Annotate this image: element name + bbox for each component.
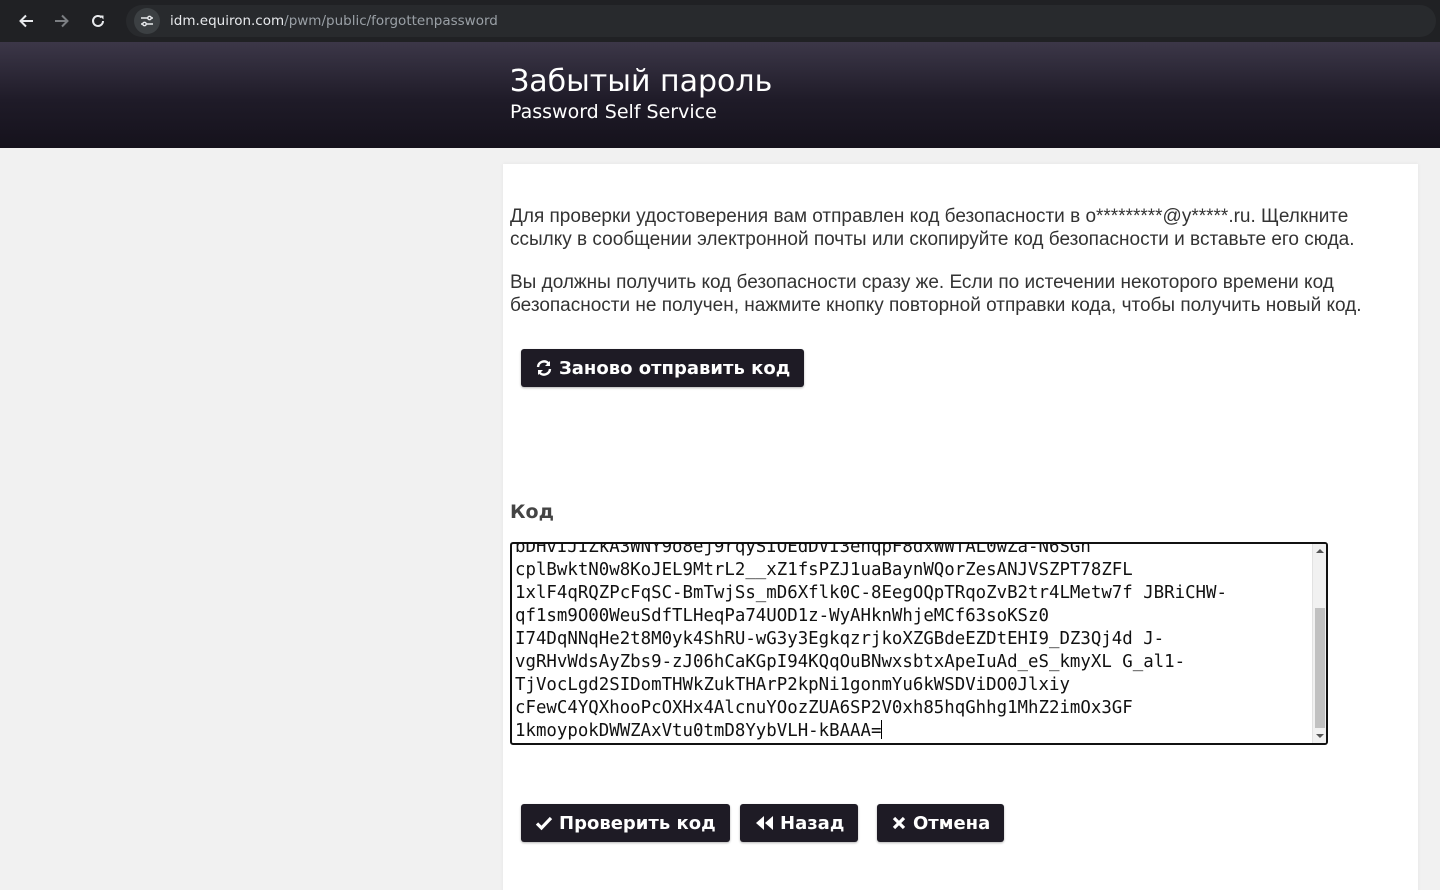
back-arrow-icon[interactable] bbox=[8, 3, 44, 39]
code-line: vgRHvWdsAyZbs9-zJ06hCaKGpI94KQqOuBNwxsbt… bbox=[515, 652, 1186, 672]
back-button[interactable]: Назад bbox=[740, 804, 859, 842]
reload-icon[interactable] bbox=[80, 3, 116, 39]
code-line: cplBwktN0w8KoJEL9MtrL2__xZ1fsPZJ1uaBaynW… bbox=[515, 560, 1133, 580]
close-icon bbox=[891, 815, 907, 831]
scrollbar-thumb[interactable] bbox=[1315, 608, 1325, 728]
page-title: Забытый пароль bbox=[510, 64, 773, 99]
cancel-button[interactable]: Отмена bbox=[877, 804, 1005, 842]
scroll-down-icon[interactable] bbox=[1313, 729, 1326, 743]
verify-code-label: Проверить код bbox=[559, 812, 716, 834]
resend-hint-text: Вы должны получить код безопасности сраз… bbox=[510, 272, 1362, 316]
cancel-label: Отмена bbox=[913, 812, 991, 834]
resend-code-label: Заново отправить код bbox=[559, 357, 791, 379]
refresh-icon bbox=[535, 359, 553, 377]
code-line: 1kmoypokDWWZAxVtu0tmD8YybVLH-kBAAA= bbox=[515, 721, 882, 741]
code-text: bDHvIJIZkA3WNY9o8ej9rqySIOEdDVI3enqpF8dx… bbox=[515, 542, 1305, 743]
url-path: /pwm/public/forgottenpassword bbox=[284, 13, 498, 29]
page-header: Забытый пароль Password Self Service bbox=[0, 42, 1440, 148]
code-line: I74DqNNqHe2t8M0yk4ShRU-wG3y3EgkqzrjkoXZG… bbox=[515, 629, 1165, 649]
instructions-text: Для проверки удостоверения вам отправлен… bbox=[510, 206, 1355, 250]
verify-code-button[interactable]: Проверить код bbox=[521, 804, 730, 842]
page-subtitle: Password Self Service bbox=[510, 101, 717, 123]
address-bar[interactable]: idm.equiron.com/pwm/public/forgottenpass… bbox=[126, 5, 1436, 37]
code-label: Код bbox=[510, 501, 554, 523]
checkmark-icon bbox=[535, 815, 553, 831]
textarea-scrollbar[interactable] bbox=[1312, 544, 1326, 743]
text-caret bbox=[881, 720, 883, 739]
content-panel: Для проверки удостоверения вам отправлен… bbox=[503, 164, 1418, 890]
browser-toolbar: idm.equiron.com/pwm/public/forgottenpass… bbox=[0, 0, 1440, 42]
code-textarea[interactable]: bDHvIJIZkA3WNY9o8ej9rqySIOEdDVI3enqpF8dx… bbox=[510, 542, 1328, 745]
fast-backward-icon bbox=[754, 815, 774, 831]
code-line: TjVocLgd2SIDomTHWkZukTHArP2kpNi1gonmYu6k… bbox=[515, 675, 1070, 695]
url-host: idm.equiron.com bbox=[170, 13, 285, 29]
code-line: 1xlF4qRQZPcFqSC-BmTwjSs_mD6Xflk0C-8EegOQ… bbox=[515, 583, 1227, 603]
code-line: qf1sm9O00WeuSdfTLHeqPa74UOD1z-WyAHknWhje… bbox=[515, 606, 1049, 626]
code-line: bDHvIJIZkA3WNY9o8ej9rqySIOEdDVI3enqpF8dx… bbox=[515, 542, 1091, 557]
url-text: idm.equiron.com/pwm/public/forgottenpass… bbox=[170, 13, 498, 29]
site-settings-icon[interactable] bbox=[134, 8, 160, 34]
scroll-up-icon[interactable] bbox=[1313, 544, 1326, 558]
page-body: Для проверки удостоверения вам отправлен… bbox=[0, 148, 1440, 890]
resend-code-button[interactable]: Заново отправить код bbox=[521, 349, 805, 387]
code-line: cFewC4YQXhooPcOXHx4AlcnuYOozZUA6SP2V0xh8… bbox=[515, 698, 1133, 718]
forward-arrow-icon[interactable] bbox=[44, 3, 80, 39]
back-label: Назад bbox=[780, 812, 845, 834]
